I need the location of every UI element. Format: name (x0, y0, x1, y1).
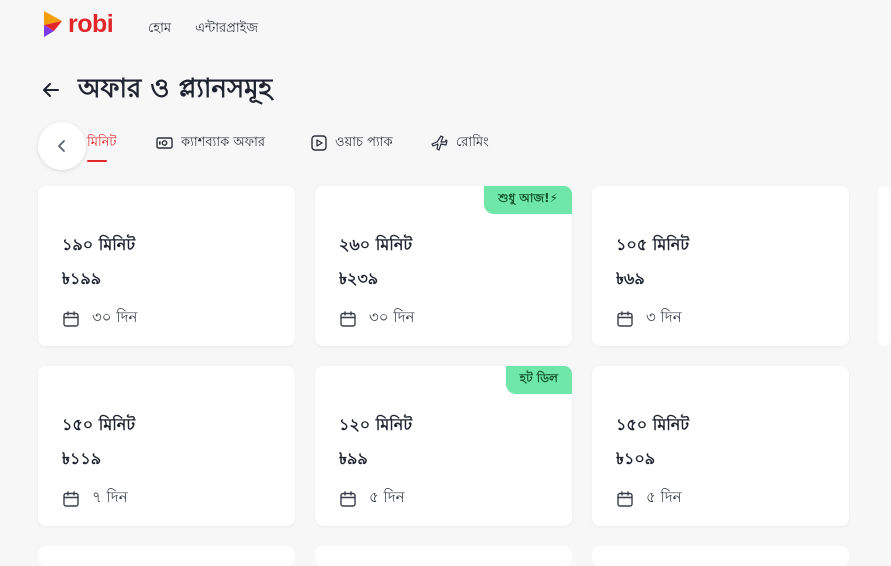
offer-card-partial[interactable] (38, 546, 295, 566)
validity-text: ৫ দিন (369, 488, 405, 506)
cash-icon (156, 137, 173, 149)
offer-validity: ৩০ দিন (62, 306, 137, 331)
tab-watch-pack[interactable]: ওয়াচ প্যাক (311, 126, 393, 160)
validity-text: ৩ দিন (646, 308, 682, 326)
calendar-icon (340, 310, 356, 327)
offer-price: ৳১১৯ (62, 449, 102, 468)
calendar-icon (340, 490, 356, 507)
offer-price: ৳২৩৯ (339, 269, 379, 288)
brand-name: robi (68, 9, 114, 38)
nav-item-home[interactable]: হোম (148, 19, 171, 40)
offer-card[interactable]: শুধু আজ!⚡ ২৬০ মিনিট ৳২৩৯ ৩০ দিন (315, 186, 572, 346)
offer-minutes: ১২০ মিনিট (339, 415, 413, 434)
tab-roaming[interactable]: রোমিং (430, 126, 489, 160)
validity-text: ৭ দিন (92, 488, 128, 506)
header: robi হোম এন্টারপ্রাইজ (0, 0, 891, 56)
offer-minutes: ১৫০ মিনিট (62, 415, 136, 434)
offer-minutes: ১৯০ মিনিট (62, 235, 136, 254)
category-tabs: মিনিট ক্যাশব্যাক অফার ওয়াচ প্যাক রোমিং (38, 122, 891, 172)
offer-card[interactable]: ১৫০ মিনিট ৳১১৯ ৭ দিন (38, 366, 295, 526)
robi-logo[interactable]: robi (42, 9, 114, 39)
validity-text: ৩০ দিন (369, 308, 415, 326)
offer-validity: ৫ দিন (339, 486, 405, 511)
offer-badge: হট ডিল (505, 366, 572, 394)
offer-price: ৳১০৯ (616, 449, 656, 468)
tabs-prev-button[interactable] (38, 122, 86, 170)
calendar-icon (63, 490, 79, 507)
tab-label: ওয়াচ প্যাক (335, 134, 393, 150)
offer-validity: ৭ দিন (62, 486, 128, 511)
offer-price: ৳৬৯ (616, 269, 645, 288)
plane-icon (431, 135, 448, 151)
tab-cashback[interactable]: ক্যাশব্যাক অফার (156, 126, 265, 160)
tab-label: ক্যাশব্যাক অফার (181, 134, 266, 150)
validity-text: ৫ দিন (646, 488, 682, 506)
offer-price: ৳১৯৯ (62, 269, 102, 288)
offer-card-partial[interactable] (878, 186, 891, 346)
play-icon (311, 135, 327, 151)
offer-validity: ৩ দিন (616, 306, 682, 331)
arrow-left-icon[interactable] (40, 79, 62, 101)
chevron-left-icon (58, 140, 65, 152)
robi-logo-icon (44, 11, 62, 37)
offer-minutes: ২৬০ মিনিট (339, 235, 413, 254)
offer-card-partial[interactable] (592, 546, 849, 566)
title-row: অফার ও প্ল্যানসমূহ (40, 68, 272, 112)
calendar-icon (617, 490, 633, 507)
top-nav: হোম এন্টারপ্রাইজ (148, 19, 258, 40)
offer-card[interactable]: ১০৫ মিনিট ৳৬৯ ৩ দিন (592, 186, 849, 346)
offer-price: ৳৯৯ (339, 449, 368, 468)
tab-label: রোমিং (456, 134, 489, 150)
offer-card-partial[interactable] (315, 546, 572, 566)
offer-card[interactable]: ১৯০ মিনিট ৳১৯৯ ৩০ দিন (38, 186, 295, 346)
offer-badge: শুধু আজ!⚡ (484, 186, 572, 214)
offer-card[interactable]: হট ডিল ১২০ মিনিট ৳৯৯ ৫ দিন (315, 366, 572, 526)
validity-text: ৩০ দিন (92, 308, 138, 326)
offer-card[interactable]: ১৫০ মিনিট ৳১০৯ ৫ দিন (592, 366, 849, 526)
calendar-icon (617, 310, 633, 327)
tab-minutes[interactable]: মিনিট (87, 126, 117, 162)
tab-label: মিনিট (87, 134, 117, 150)
nav-item-enterprise[interactable]: এন্টারপ্রাইজ (195, 19, 258, 40)
calendar-icon (63, 310, 79, 327)
offer-validity: ৫ দিন (616, 486, 682, 511)
offer-validity: ৩০ দিন (339, 306, 414, 331)
page-title: অফার ও প্ল্যানসমূহ (78, 74, 273, 104)
offer-minutes: ১৫০ মিনিট (616, 415, 690, 434)
offer-minutes: ১০৫ মিনিট (616, 235, 690, 254)
